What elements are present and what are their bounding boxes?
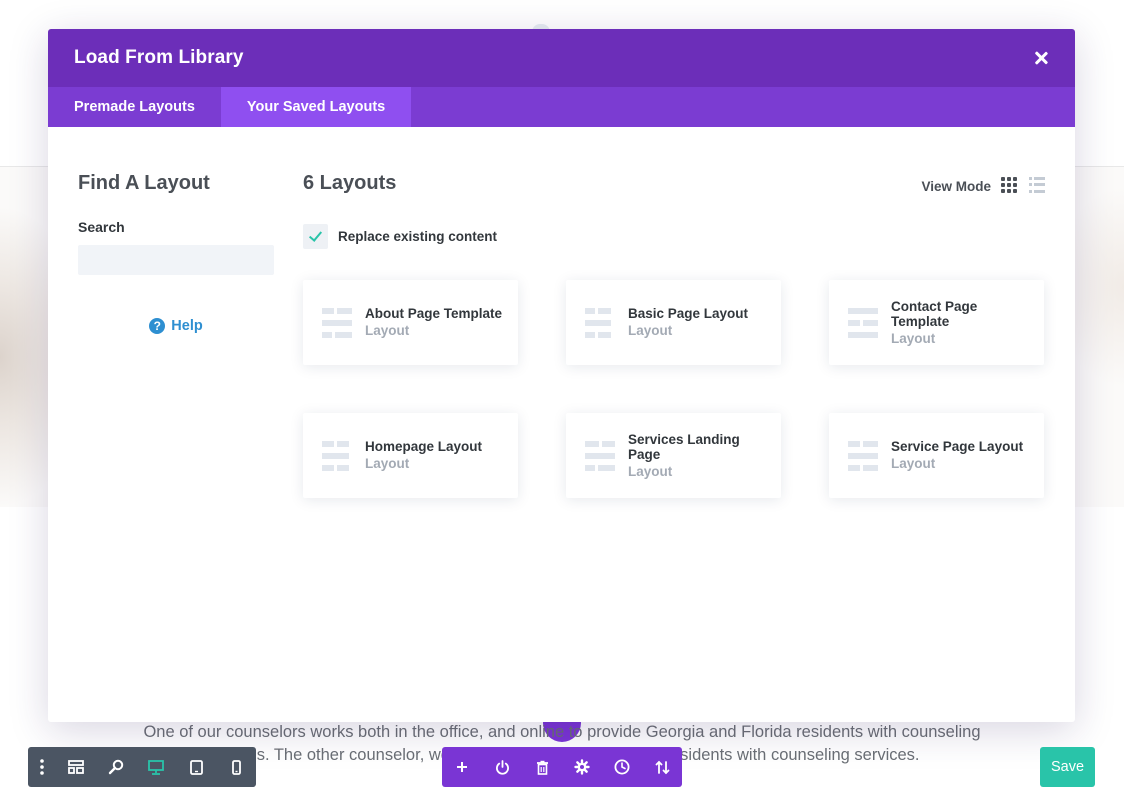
tab-your-saved-layouts[interactable]: Your Saved Layouts [220, 87, 412, 127]
settings-icon[interactable] [562, 747, 602, 787]
layout-type: Layout [365, 456, 410, 471]
load-from-library-modal: Load From Library Premade Layouts Your S… [48, 29, 1075, 722]
save-button[interactable]: Save [1040, 747, 1095, 787]
desktop-icon[interactable] [136, 747, 176, 787]
page-settings-toolbar [28, 747, 256, 787]
layout-type: Layout [891, 456, 936, 471]
tab-premade-layouts[interactable]: Premade Layouts [48, 87, 221, 127]
layouts-grid: About Page Template Layout Basic Page La… [303, 280, 1045, 498]
wireframe-icon[interactable] [56, 747, 96, 787]
layout-name: Basic Page Layout [628, 306, 749, 321]
question-circle-icon: ? [149, 318, 166, 334]
history-icon[interactable] [602, 747, 642, 787]
replace-content-checkbox[interactable] [303, 224, 328, 249]
layout-card[interactable]: Basic Page Layout Layout [566, 280, 781, 365]
layout-name: Homepage Layout [365, 439, 483, 454]
layouts-panel: 6 Layouts View Mode Replace existing con… [303, 172, 1045, 692]
phone-icon[interactable] [216, 747, 256, 787]
layout-card[interactable]: Service Page Layout Layout [829, 413, 1044, 498]
layout-filter-sidebar: Find A Layout Search ? Help [78, 172, 274, 334]
layout-card[interactable]: Contact Page Template Layout [829, 280, 1044, 365]
layout-thumbnail-icon [322, 440, 352, 471]
layout-type: Layout [628, 323, 673, 338]
replace-content-label: Replace existing content [338, 229, 498, 244]
layout-card[interactable]: Homepage Layout Layout [303, 413, 518, 498]
zoom-icon[interactable] [96, 747, 136, 787]
more-vertical-icon[interactable] [28, 747, 56, 787]
help-label: Help [171, 318, 203, 334]
modal-title: Load From Library [74, 47, 244, 68]
modal-tab-bar: Premade Layouts Your Saved Layouts [48, 87, 1075, 127]
plus-icon[interactable] [442, 747, 482, 787]
list-view-icon[interactable] [1029, 176, 1045, 193]
layout-thumbnail-icon [585, 307, 615, 338]
modal-header: Load From Library [48, 29, 1075, 87]
find-layout-title: Find A Layout [78, 172, 210, 194]
view-mode-label: View Mode [921, 179, 991, 194]
layout-name: About Page Template [365, 306, 503, 321]
layout-card[interactable]: Services Landing Page Layout [566, 413, 781, 498]
layout-thumbnail-icon [322, 307, 352, 338]
search-label: Search [78, 219, 125, 235]
layout-name: Service Page Layout [891, 439, 1024, 454]
layout-name: Services Landing Page [628, 431, 740, 462]
close-icon[interactable] [1031, 48, 1051, 68]
layout-thumbnail-icon [585, 440, 615, 471]
layout-card[interactable]: About Page Template Layout [303, 280, 518, 365]
help-link[interactable]: ? Help [78, 318, 274, 334]
layout-thumbnail-icon [848, 307, 878, 338]
search-input[interactable] [78, 245, 274, 275]
view-mode-switcher: View Mode [921, 175, 1045, 194]
tablet-icon[interactable] [176, 747, 216, 787]
layout-thumbnail-icon [848, 440, 878, 471]
layout-name: Contact Page Template [891, 298, 978, 329]
power-icon[interactable] [482, 747, 522, 787]
page-actions-toolbar [442, 747, 682, 787]
layout-type: Layout [628, 463, 673, 479]
grid-view-icon[interactable] [1001, 176, 1017, 193]
portability-icon[interactable] [642, 747, 682, 787]
layout-type: Layout [365, 323, 410, 338]
trash-icon[interactable] [522, 747, 562, 787]
body-text-line-1: One of our counselors works both in the … [143, 723, 981, 741]
layout-type: Layout [891, 330, 936, 346]
replace-content-option: Replace existing content [303, 224, 497, 249]
